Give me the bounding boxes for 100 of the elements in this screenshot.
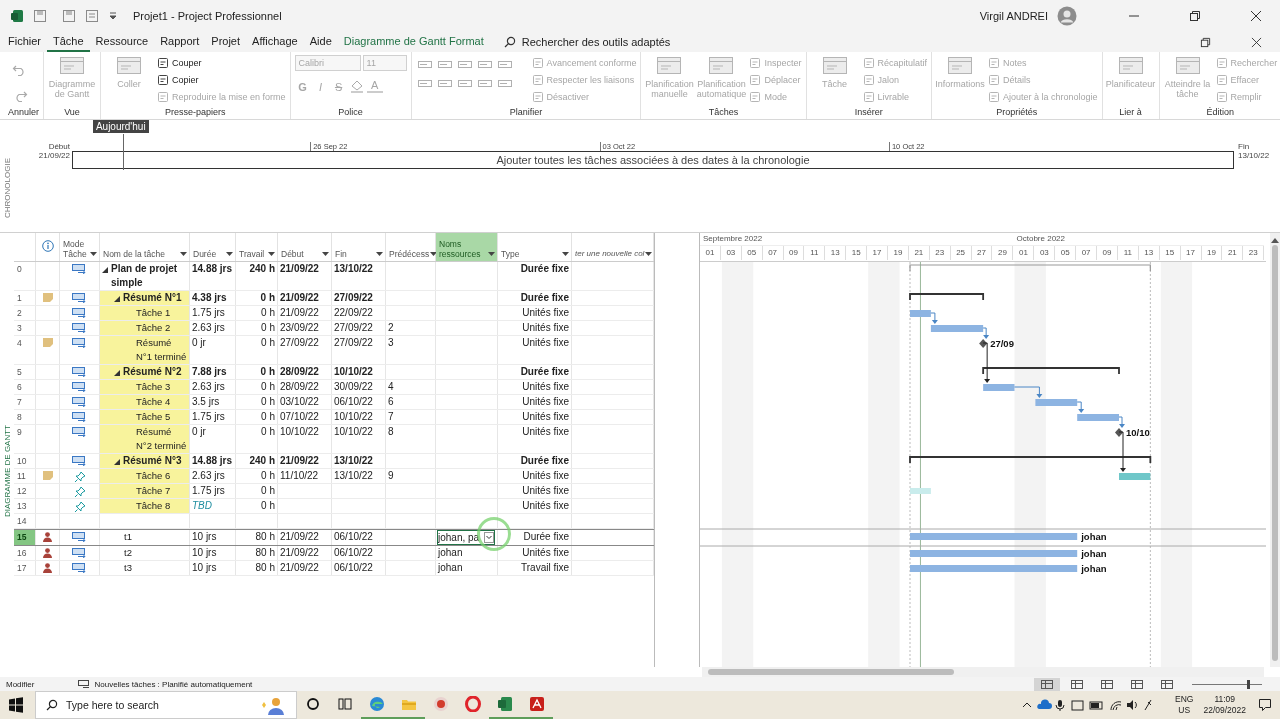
collapse-triangle-icon[interactable] xyxy=(114,459,120,465)
resource-field[interactable]: johan, pa xyxy=(437,530,495,545)
dropdown-caret-icon[interactable] xyxy=(488,252,495,257)
collapse-triangle-icon[interactable] xyxy=(114,296,120,302)
dropdown-caret-icon[interactable] xyxy=(645,252,653,257)
region-indicator[interactable]: US xyxy=(1178,705,1191,716)
work-text: 80 h xyxy=(255,530,275,544)
task-name[interactable]: Plan de projet simple xyxy=(111,262,187,290)
document-icon xyxy=(988,56,1001,69)
row-number[interactable]: 14 xyxy=(17,514,27,528)
row-number[interactable]: 5 xyxy=(17,365,22,379)
column-header[interactable]: Durée xyxy=(190,233,236,261)
start-date: 21/09/22 xyxy=(38,151,70,160)
task-type: Unités fixe xyxy=(522,336,569,350)
row-number[interactable]: 17 xyxy=(17,561,27,575)
column-header[interactable]: Type xyxy=(498,233,572,261)
vertical-scrollbar[interactable] xyxy=(1270,233,1280,667)
column-header[interactable]: ter une nouvelle col xyxy=(572,233,654,261)
dropdown-caret-icon[interactable] xyxy=(322,252,329,257)
milestone-diamond[interactable] xyxy=(1115,428,1123,437)
row-number[interactable]: 9 xyxy=(17,425,22,439)
column-header[interactable]: Noms ressources xyxy=(436,233,498,261)
search-icon[interactable] xyxy=(503,36,516,48)
row-number[interactable]: 4 xyxy=(17,336,22,350)
person-icon[interactable] xyxy=(43,563,52,573)
task-name[interactable]: t2 xyxy=(124,546,132,560)
search-field[interactable]: Rechercher des outils adaptés xyxy=(521,36,671,48)
row-number[interactable]: 2 xyxy=(17,306,22,320)
ribbon-button[interactable]: Couper xyxy=(157,55,286,70)
document-icon xyxy=(157,90,170,103)
dependency-arrow[interactable] xyxy=(1118,431,1126,472)
ribbon-tab[interactable]: Fichier xyxy=(2,32,47,52)
clock-time[interactable]: 11:09 xyxy=(1214,694,1236,705)
windows-start-icon[interactable] xyxy=(8,697,24,713)
column-header[interactable]: Mode Tâche xyxy=(60,233,100,261)
row-number[interactable]: 7 xyxy=(17,395,22,409)
row-number[interactable]: 11 xyxy=(17,469,26,483)
view-icon[interactable] xyxy=(1034,677,1060,691)
ribbon-tab[interactable]: Projet xyxy=(205,32,247,52)
new-tasks-status[interactable]: Nouvelles tâches : Planifié automatiquement xyxy=(94,679,253,689)
save-icon[interactable] xyxy=(62,9,76,23)
collapse-triangle-icon[interactable] xyxy=(114,370,120,376)
restore-icon[interactable] xyxy=(1189,10,1201,22)
row-number[interactable]: 1 xyxy=(17,291,22,305)
task-name[interactable]: t1 xyxy=(124,530,132,544)
summary-bracket[interactable] xyxy=(982,367,1120,375)
collapse-triangle-icon[interactable] xyxy=(102,267,108,273)
record-icon xyxy=(433,696,449,712)
column-header[interactable]: Fin xyxy=(332,233,386,261)
save-icon[interactable] xyxy=(33,9,47,23)
column-header[interactable]: Travail xyxy=(236,233,278,261)
dropdown-caret-icon[interactable] xyxy=(376,252,383,257)
avatar[interactable] xyxy=(1057,6,1077,26)
taskbar-search-field[interactable]: Type here to search xyxy=(35,691,297,719)
document-icon xyxy=(988,90,1001,103)
close-icon[interactable] xyxy=(1251,36,1262,48)
milestone-diamond[interactable] xyxy=(979,339,988,348)
scroll-up-icon[interactable] xyxy=(1271,237,1279,243)
row-number[interactable]: 10 xyxy=(17,454,27,468)
dropdown-caret-icon[interactable] xyxy=(268,252,275,257)
ribbon-tab[interactable]: Ressource xyxy=(89,32,155,52)
user-name[interactable]: Virgil ANDREI xyxy=(979,10,1048,22)
row-number[interactable]: 6 xyxy=(17,380,22,394)
close-icon[interactable] xyxy=(1250,10,1262,22)
row-number[interactable]: 16 xyxy=(17,546,27,560)
row-number[interactable]: 13 xyxy=(17,499,27,513)
ribbon-button[interactable]: Copier xyxy=(157,72,286,87)
person-icon[interactable] xyxy=(43,548,52,558)
task-name[interactable]: t3 xyxy=(124,561,132,575)
task-mode-icon[interactable] xyxy=(78,679,91,689)
ribbon-tab[interactable]: Diagramme de Gantt Format xyxy=(337,32,490,52)
column-header[interactable]: Nom de la tâche xyxy=(100,233,190,261)
summary-bracket[interactable] xyxy=(909,456,1152,464)
ribbon-tab[interactable]: Affichage xyxy=(246,32,304,52)
row-number[interactable]: 8 xyxy=(17,410,22,424)
dropdown-caret-icon[interactable] xyxy=(180,252,187,257)
row-number[interactable]: 3 xyxy=(17,321,22,335)
row-number[interactable]: 0 xyxy=(17,262,22,276)
language-indicator[interactable]: ENG xyxy=(1175,694,1194,705)
dependency-arrow[interactable] xyxy=(982,342,991,383)
dropdown-caret-icon[interactable] xyxy=(90,252,97,257)
clock-date[interactable]: 22/09/2022 xyxy=(1203,705,1246,716)
timeline-bar[interactable]: Ajouter toutes les tâches associées à des dates à la chronologie xyxy=(72,151,1234,169)
person-icon[interactable] xyxy=(43,532,52,542)
summary-bracket[interactable] xyxy=(909,293,985,301)
ribbon-tab[interactable]: Aide xyxy=(303,32,338,52)
document-icon[interactable] xyxy=(85,9,99,23)
dropdown-caret-icon[interactable] xyxy=(562,252,569,257)
document-icon xyxy=(1215,56,1228,69)
month-label: Septembre 2022 xyxy=(702,233,764,245)
zoom-slider[interactable] xyxy=(1192,678,1262,690)
horizontal-scrollbar[interactable] xyxy=(702,667,1264,677)
dropdown-caret-icon[interactable] xyxy=(226,252,233,257)
restore-icon[interactable] xyxy=(1200,36,1211,48)
row-number[interactable]: 12 xyxy=(17,484,27,498)
notification-icon[interactable] xyxy=(1258,698,1272,712)
dropdown-caret-icon[interactable] xyxy=(430,252,438,257)
ribbon-tab[interactable]: Rapport xyxy=(154,32,206,52)
gantt-chart[interactable]: 27/09 10/10 johan johan johan xyxy=(700,262,1266,667)
column-header[interactable]: Début xyxy=(278,233,332,261)
